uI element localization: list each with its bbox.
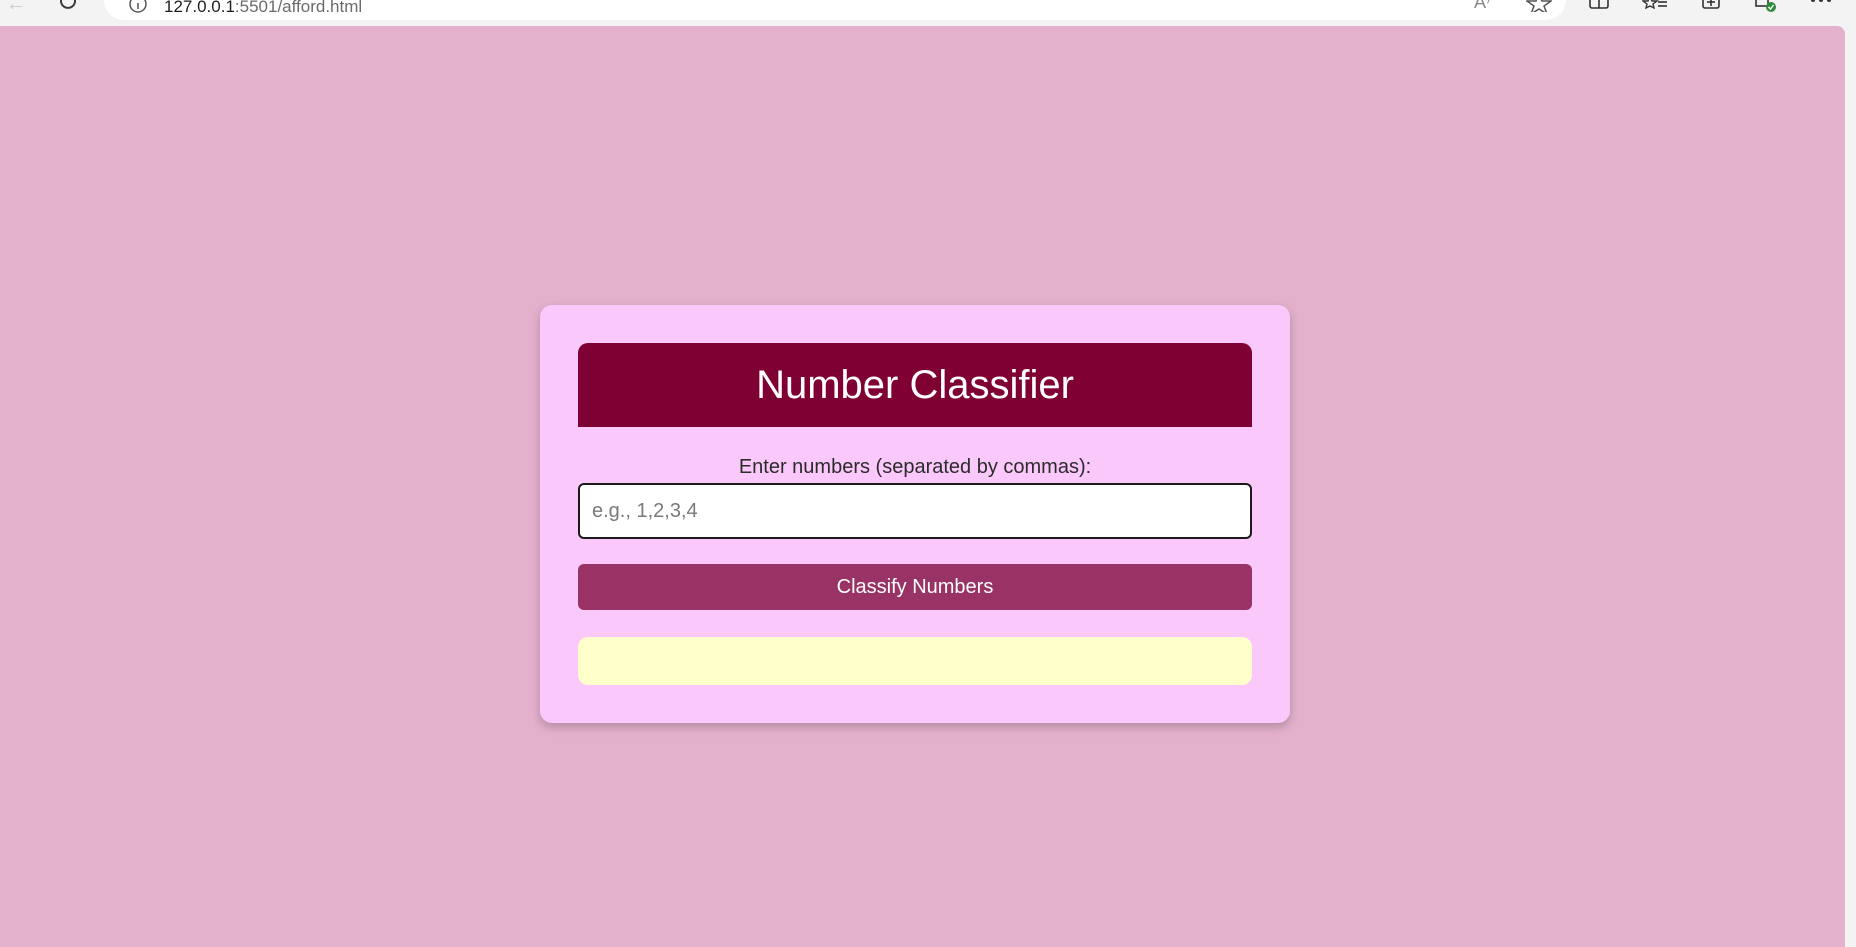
- classify-numbers-button[interactable]: Classify Numbers: [578, 564, 1252, 610]
- collections-icon[interactable]: [1698, 0, 1724, 14]
- favorite-star-icon[interactable]: [1526, 0, 1552, 12]
- refresh-icon[interactable]: [58, 0, 78, 10]
- url-host: 127.0.0.1: [164, 0, 235, 16]
- address-bar[interactable]: 127.0.0.1:5501/afford.html A⁾: [104, 0, 1566, 20]
- url-path: :5501/afford.html: [234, 0, 363, 16]
- split-screen-icon[interactable]: [1586, 0, 1612, 14]
- back-icon[interactable]: ←: [6, 0, 26, 14]
- result-output: [578, 637, 1252, 685]
- favorites-list-icon[interactable]: [1642, 0, 1668, 14]
- read-aloud-icon[interactable]: A⁾: [1474, 0, 1490, 13]
- card-header: Number Classifier: [578, 343, 1252, 427]
- numbers-input[interactable]: [578, 483, 1252, 539]
- window-edge: [1845, 26, 1856, 947]
- info-icon[interactable]: [128, 0, 148, 14]
- page-title: Number Classifier: [756, 362, 1074, 407]
- browser-toolbar: ← 127.0.0.1:5501/afford.html A⁾: [0, 0, 1856, 26]
- extension-icon[interactable]: [1752, 0, 1778, 14]
- numbers-input-label: Enter numbers (separated by commas):: [738, 456, 1092, 478]
- address-url[interactable]: 127.0.0.1:5501/afford.html: [164, 0, 362, 17]
- classifier-card: Number Classifier Enter numbers (separat…: [540, 305, 1290, 723]
- more-menu-icon[interactable]: [1808, 0, 1834, 14]
- page-viewport: Number Classifier Enter numbers (separat…: [0, 26, 1845, 947]
